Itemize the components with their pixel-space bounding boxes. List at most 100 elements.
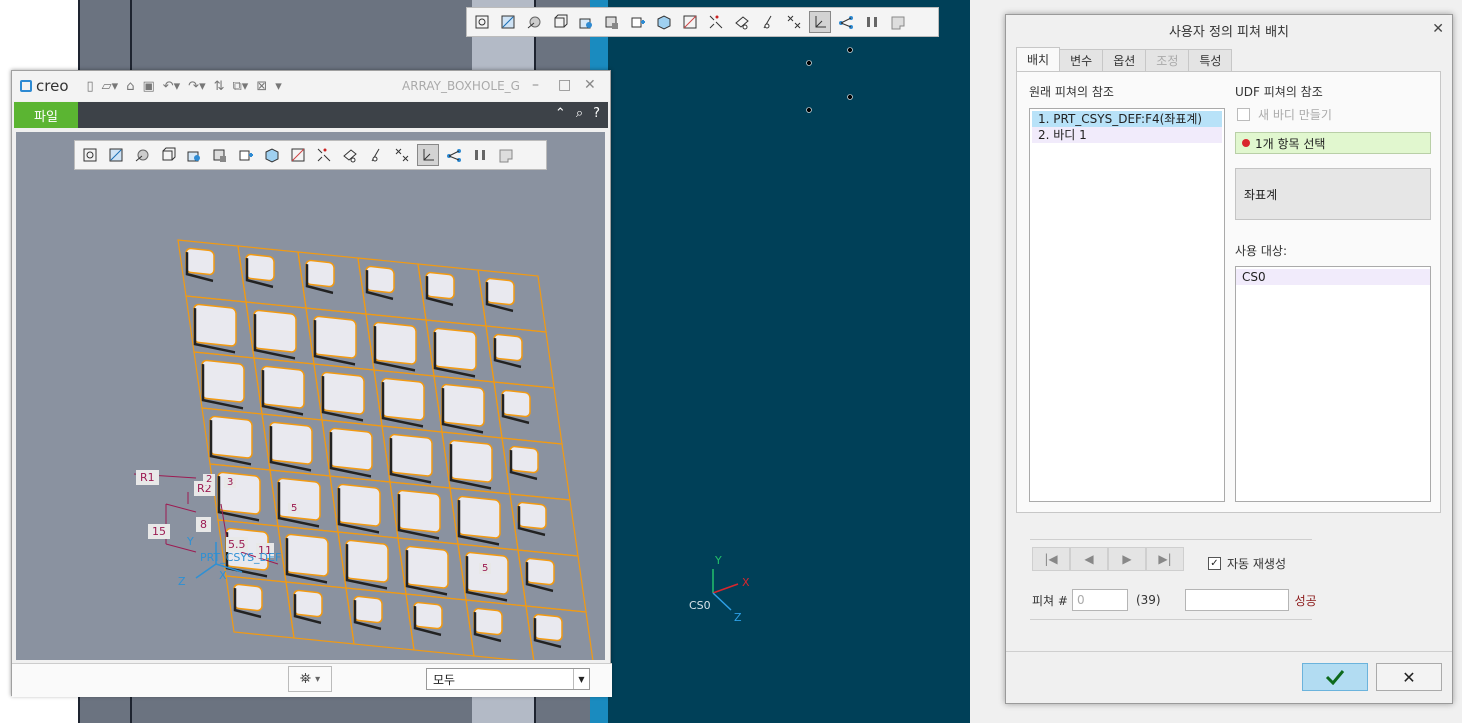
search-icon[interactable]: ⌕: [576, 106, 583, 121]
pause-button[interactable]: [861, 11, 883, 33]
next-button[interactable]: ▶: [1108, 547, 1146, 571]
point-button[interactable]: [757, 11, 779, 33]
udf-refs-label: UDF 피쳐의 참조: [1235, 85, 1323, 99]
find-button[interactable]: ⛯ ▾: [288, 666, 332, 692]
dim-15[interactable]: 15: [148, 524, 170, 539]
csys-x-label: X: [742, 576, 750, 589]
dim-5-b[interactable]: 5: [479, 563, 492, 574]
list-item[interactable]: CS0: [1236, 269, 1430, 285]
creo-ribbon: 파일 ⌃ ⌕ ?: [14, 102, 608, 128]
open-folder-icon[interactable]: ⌂: [126, 79, 134, 94]
selection-filter-dropdown[interactable]: 모두 ▼: [426, 668, 590, 690]
array-model: [133, 239, 594, 660]
redo-icon[interactable]: ↷▾: [188, 79, 205, 94]
zoom-icon: [475, 15, 489, 29]
csys-button[interactable]: 좌표계: [1235, 168, 1431, 220]
creo-window-title: ARRAY_BOXHOLE_G: [402, 79, 520, 93]
close-icon[interactable]: ✕: [1432, 21, 1444, 37]
orient-button[interactable]: [653, 11, 675, 33]
list-item[interactable]: 2. 바디 1: [1032, 127, 1222, 143]
shading-button[interactable]: [523, 11, 545, 33]
cancel-button[interactable]: ✕: [1376, 663, 1442, 691]
creo-part-window: creo ▯ ▱▾ ⌂ ▣ ↶▾ ↷▾ ⇅ ⧉▾ ⊠ ▾ ARRAY_BOXHO…: [11, 70, 612, 697]
feature-number-input[interactable]: 0: [1071, 589, 1128, 611]
play-back-icon: ◀: [1084, 552, 1094, 566]
customize-icon[interactable]: ▾: [275, 79, 282, 94]
auto-regenerate-option[interactable]: ✓ 자동 재생성: [1208, 555, 1286, 572]
axis-button[interactable]: [731, 11, 753, 33]
dim-8[interactable]: 8: [196, 517, 211, 532]
tab-properties[interactable]: 특성: [1188, 49, 1233, 71]
close-window-icon[interactable]: ⊠: [256, 79, 267, 94]
creo-logo-icon: [20, 80, 32, 92]
last-button[interactable]: ▶|: [1146, 547, 1184, 571]
undo-icon[interactable]: ↶▾: [163, 79, 180, 94]
dim-2[interactable]: 2: [203, 474, 216, 485]
original-refs-list[interactable]: 1. PRT_CSYS_DEF:F4(좌표계) 2. 바디 1: [1029, 108, 1225, 502]
close-icon[interactable]: ✕: [584, 77, 596, 93]
file-tab[interactable]: 파일: [14, 102, 78, 128]
list-item[interactable]: 1. PRT_CSYS_DEF:F4(좌표계): [1032, 111, 1222, 127]
quick-access-toolbar: ▯ ▱▾ ⌂ ▣ ↶▾ ↷▾ ⇅ ⧉▾ ⊠ ▾: [87, 79, 282, 94]
dim-r1[interactable]: R1: [136, 470, 159, 485]
tab-options[interactable]: 옵션: [1102, 49, 1147, 71]
perspective-icon: [631, 17, 645, 28]
appearance-icon: [891, 16, 905, 30]
refit-icon: [501, 15, 515, 29]
appearance-button[interactable]: [887, 11, 909, 33]
creo-titlebar: creo ▯ ▱▾ ⌂ ▣ ↶▾ ↷▾ ⇅ ⧉▾ ⊠ ▾ ARRAY_BOXHO…: [12, 71, 610, 101]
axis-icon: [735, 16, 749, 30]
perspective-button[interactable]: [627, 11, 649, 33]
orient-icon: [657, 15, 671, 30]
save-icon[interactable]: ▣: [142, 79, 154, 94]
maximize-icon[interactable]: □: [558, 77, 571, 93]
help-icon[interactable]: ?: [593, 106, 600, 121]
csys-label: CS0: [689, 599, 711, 612]
first-button[interactable]: |◀: [1032, 547, 1070, 571]
udf-placement-dialog: 사용자 정의 피쳐 배치 ✕ 배치 변수 옵션 조정 특성 원래 피쳐의 참조 …: [1005, 14, 1453, 704]
saved-views-icon: [579, 18, 592, 29]
zoom-button[interactable]: [471, 11, 493, 33]
dim-5-a[interactable]: 5: [288, 503, 301, 514]
saved-views-button[interactable]: [575, 11, 597, 33]
chevron-down-icon: ▼: [573, 669, 589, 689]
minimize-icon[interactable]: –: [532, 77, 539, 93]
new-file-icon[interactable]: ▯: [87, 79, 94, 94]
tab-placement[interactable]: 배치: [1016, 47, 1061, 71]
datum-display-button[interactable]: [679, 11, 701, 33]
display-style-button[interactable]: [549, 11, 571, 33]
ok-button[interactable]: [1302, 663, 1368, 691]
divider: [1030, 539, 1312, 540]
chevron-down-icon: ▾: [315, 673, 321, 685]
dim-3[interactable]: 3: [224, 477, 237, 488]
divider: [1030, 619, 1312, 620]
open-icon[interactable]: ▱▾: [102, 79, 119, 94]
tab-variables[interactable]: 변수: [1059, 49, 1104, 71]
csys-y-label: Y: [715, 554, 722, 567]
view-manager-button[interactable]: [601, 11, 623, 33]
plane-button[interactable]: [705, 11, 727, 33]
creo-statusbar: ⛯ ▾ 모두 ▼: [12, 663, 612, 697]
creo-graphics-area[interactable]: R1 R2 2 3 15 8 5.5 11 5 5 PRT_CSYS_DEF Y…: [16, 132, 605, 660]
dialog-title: 사용자 정의 피쳐 배치: [1168, 24, 1290, 40]
csys-display-icon: [787, 15, 801, 29]
annotation-button[interactable]: [835, 11, 857, 33]
previous-button[interactable]: ◀: [1070, 547, 1108, 571]
spin-center-button[interactable]: [809, 11, 831, 33]
used-for-list[interactable]: CS0: [1235, 266, 1431, 502]
collapse-ribbon-icon[interactable]: ⌃: [555, 106, 566, 121]
creo-logo: creo: [20, 77, 69, 95]
csys-display-button[interactable]: [783, 11, 805, 33]
feature-count: (39): [1135, 593, 1161, 607]
regenerate-icon[interactable]: ⇅: [214, 79, 225, 94]
status-dot-icon: [1242, 139, 1250, 147]
auto-regenerate-checkbox[interactable]: ✓: [1208, 557, 1221, 570]
dim-5-5[interactable]: 5.5: [226, 537, 248, 552]
refit-button[interactable]: [497, 11, 519, 33]
windows-icon[interactable]: ⧉▾: [233, 79, 249, 94]
main-graphics-viewport[interactable]: CS0 Y X Z: [608, 0, 970, 723]
reference-collector[interactable]: 1개 항목 선택: [1235, 132, 1431, 154]
main-view-toolbar: [466, 7, 939, 37]
new-body-checkbox: [1237, 108, 1250, 121]
model-csys-x: X: [219, 569, 227, 582]
